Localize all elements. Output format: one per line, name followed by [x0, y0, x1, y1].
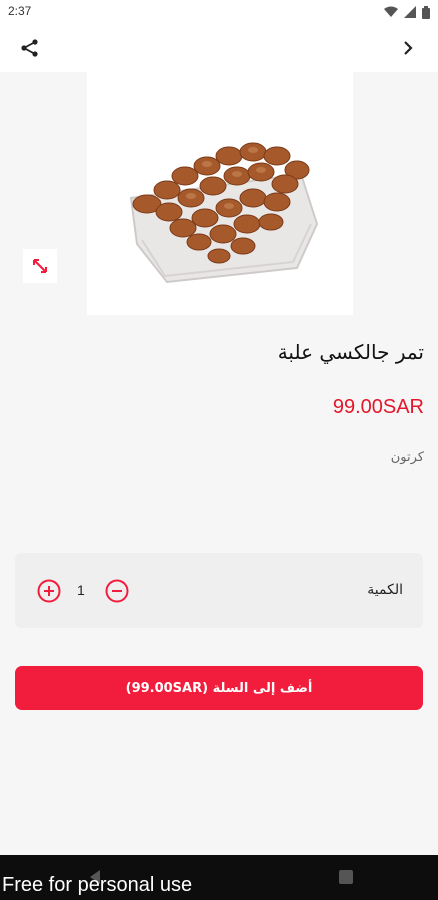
nav-recents-icon[interactable] [339, 870, 353, 884]
plus-circle-icon [37, 579, 61, 603]
product-image [87, 72, 353, 315]
status-bar: 2:37 [0, 0, 438, 24]
watermark-text: Free for personal use [2, 874, 193, 896]
expand-icon [33, 259, 47, 273]
status-time: 2:37 [8, 4, 32, 18]
decrease-quantity-button[interactable] [105, 579, 129, 603]
back-button[interactable] [396, 36, 420, 60]
quantity-card: 1 الكمية [15, 553, 423, 628]
share-button[interactable] [18, 36, 42, 60]
increase-quantity-button[interactable] [37, 579, 61, 603]
dates-box-illustration [129, 142, 319, 284]
product-price: 99.00SAR [332, 396, 424, 418]
signal-icon [404, 6, 416, 18]
status-icons [384, 4, 430, 20]
expand-image-button[interactable] [23, 249, 57, 283]
share-icon [21, 39, 38, 57]
add-to-cart-button[interactable]: أضف إلى السلة (99.00SAR) [15, 666, 423, 710]
minus-circle-icon [105, 579, 129, 603]
battery-icon [422, 5, 430, 19]
quantity-value: 1 [77, 582, 85, 598]
app-bar [0, 24, 438, 72]
product-unit: كرتون [390, 450, 424, 465]
quantity-label: الكمية [367, 582, 403, 598]
product-title: تمر جالكسي علبة [277, 340, 424, 364]
wifi-icon [384, 6, 398, 17]
chevron-right-icon [404, 41, 413, 55]
